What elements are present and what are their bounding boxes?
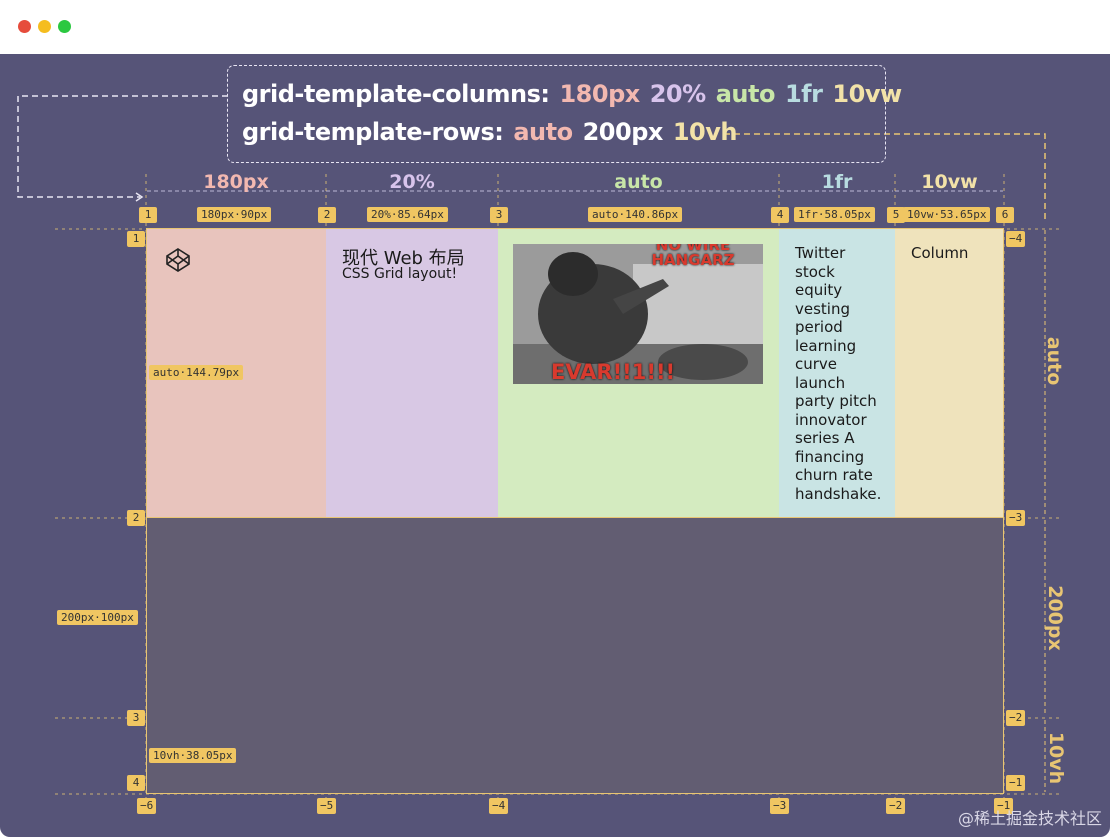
meme-bottom-text: EVAR!!1!!! (551, 360, 676, 384)
column-head: 10vw (921, 171, 978, 193)
column-line-number: 6 (996, 207, 1014, 223)
column-size-tag: 20%·85.64px (367, 207, 448, 222)
row-line-number: 3 (127, 710, 145, 726)
meme-top-text: NO WIRE HANGARZ (651, 244, 735, 269)
window-titlebar (0, 0, 1110, 54)
code-value: 10vh (672, 118, 738, 146)
grid-cell-4: Twitter stock equity vesting period learning c… (779, 228, 895, 518)
column-size-tag: 10vw·53.65px (903, 207, 991, 222)
column-size-tag: 1fr·58.05px (794, 207, 875, 222)
row-line-number-negative: −3 (1006, 510, 1026, 526)
column-head: auto (614, 171, 663, 193)
word-item: launch (795, 373, 846, 392)
column-line-number: 4 (771, 207, 789, 223)
row-line-number: 4 (127, 775, 145, 791)
code-property: grid-template-columns: (242, 80, 550, 108)
minimize-dot[interactable] (38, 20, 51, 33)
column-size-tag: 180px·90px (197, 207, 272, 222)
word-item: curve (795, 355, 838, 373)
code-value: 200px (582, 118, 664, 146)
row-line-number-negative: −2 (1006, 710, 1026, 726)
cat-meme-image: NO WIRE HANGARZ EVAR!!1!!! (513, 244, 763, 384)
column-head: 20% (389, 171, 435, 193)
word-item: innovator (795, 410, 867, 429)
column-head: 1fr (821, 171, 853, 193)
window: grid-template-columns: 180px 20% auto 1fr 10v… (0, 0, 1110, 837)
row-head: auto (1043, 336, 1066, 386)
column-line-number: 1 (139, 207, 157, 223)
column-head: 180px (203, 171, 269, 193)
word-item: party pitch (795, 392, 877, 410)
code-value: 20% (649, 80, 706, 108)
code-line-rows: grid-template-rows: auto 200px 10vh (242, 118, 757, 146)
word-item: financing (795, 447, 865, 466)
watermark: @稀土掘金技术社区 (957, 809, 1102, 828)
grid-cell-2: 现代 Web 布局 CSS Grid layout! (326, 228, 498, 518)
cell-text: Column (911, 244, 969, 262)
row-line-number-negative: −4 (1006, 231, 1026, 247)
word-item: vesting (795, 299, 850, 318)
word-item: Twitter (795, 244, 846, 262)
column-size-tag: auto·140.86px (588, 207, 683, 222)
column-line-number-negative: −6 (137, 798, 157, 814)
row-line-number: 2 (127, 510, 145, 526)
word-item: handshake. (795, 484, 882, 503)
row-size-tag: 200px·100px (57, 610, 138, 625)
row-size-tag: auto·144.79px (149, 365, 244, 380)
code-snippet: grid-template-columns: 180px 20% auto 1fr 10v… (227, 65, 902, 163)
row-head: 10vh (1045, 731, 1068, 785)
column-line-number: 2 (318, 207, 336, 223)
diagram-canvas: grid-template-columns: 180px 20% auto 1fr 10v… (0, 54, 1110, 837)
word-item: series A (795, 429, 855, 447)
empty-rows-area (146, 518, 1004, 794)
column-line-number-negative: −3 (770, 798, 790, 814)
code-property: grid-template-rows: (242, 118, 504, 146)
code-line-columns: grid-template-columns: 180px 20% auto 1fr 10v… (242, 80, 922, 108)
column-line-number: 5 (887, 207, 905, 223)
cell-subtitle: CSS Grid layout! (342, 266, 458, 282)
row-size-tag: 10vh·38.05px (149, 748, 237, 763)
code-value: 10vw (832, 80, 902, 108)
column-line-number-negative: −5 (317, 798, 337, 814)
code-value: 180px (559, 80, 640, 108)
close-dot[interactable] (18, 20, 31, 33)
column-line-number-negative: −4 (489, 798, 509, 814)
code-value: auto (715, 80, 776, 108)
word-item: stock (795, 262, 835, 281)
row-head: 200px (1043, 585, 1066, 651)
row-line-number: 1 (127, 231, 145, 247)
grid-cell-5: Column (895, 228, 1004, 518)
column-line-number: 3 (490, 207, 508, 223)
code-value: 1fr (784, 80, 823, 108)
word-item: learning (795, 336, 857, 355)
word-item: churn rate (795, 466, 873, 484)
word-item: period (795, 318, 843, 336)
codepen-icon (166, 248, 190, 272)
code-value: auto (513, 118, 573, 146)
row-line-number-negative: −1 (1006, 775, 1026, 791)
cell-word-list: Twitter stock equity vesting period learning c… (795, 244, 881, 503)
word-item: equity (795, 281, 843, 299)
column-line-number-negative: −2 (886, 798, 906, 814)
maximize-dot[interactable] (58, 20, 71, 33)
